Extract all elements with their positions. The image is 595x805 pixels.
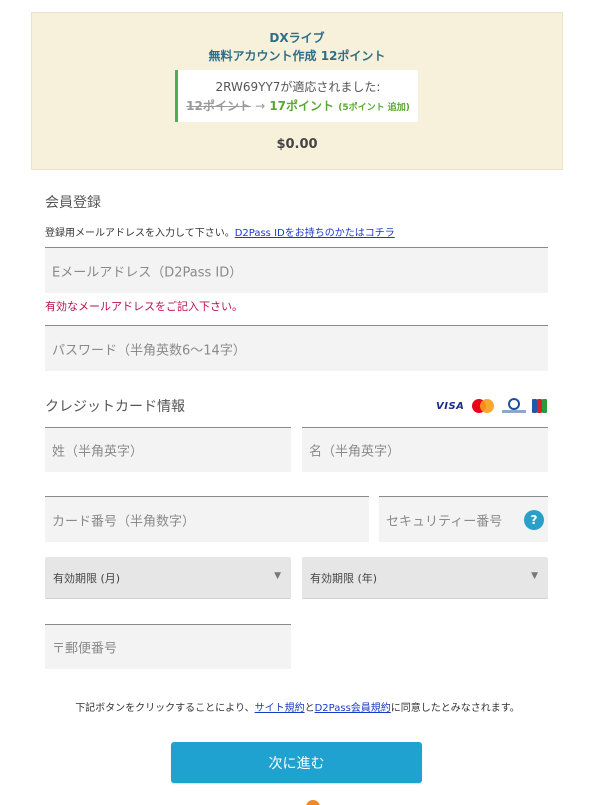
postal-code-placeholder: 〒郵便番号 (52, 641, 118, 657)
terms-notice: 下記ボタンをクリックすることにより、サイト規約とD2Pass会員規約に同意したと… (0, 699, 595, 714)
terms-prefix: 下記ボタンをクリックすることにより、 (75, 703, 255, 714)
jcb-icon (532, 399, 548, 413)
email-placeholder: Eメールアドレス（D2Pass ID） (52, 265, 243, 280)
terms-middle: と (304, 703, 315, 714)
email-helper-text: 登録用メールアドレスを入力して下さい。 (45, 228, 235, 239)
right-arrow-icon: → (255, 99, 266, 113)
product-title: DXライブ (269, 31, 325, 45)
d2pass-terms-link[interactable]: D2Pass会員規約 (315, 703, 391, 714)
expiry-year-label: 有効期限 (年) (310, 572, 378, 585)
expiry-year-select[interactable]: 有効期限 (年) ▼ (302, 557, 548, 599)
password-field[interactable]: パスワード（半角英数6～14字） (45, 325, 548, 371)
promo-points-line: 12ポイント → 17ポイント (5ポイント 追加) (178, 97, 418, 114)
security-code-field[interactable]: セキュリティー番号 (379, 496, 548, 542)
order-summary: DXライブ 無料アカウント作成 12ポイント 2RW69YY7が適応されました:… (31, 12, 563, 170)
email-error-message: 有効なメールアドレスをご記入下さい。 (45, 300, 243, 313)
chat-icon[interactable] (306, 800, 320, 805)
bonus-points: (5ポイント 追加) (338, 103, 410, 113)
visa-icon: VISA (436, 401, 465, 412)
site-terms-link[interactable]: サイト規約 (255, 703, 305, 714)
password-placeholder: パスワード（半角英数6～14字） (52, 343, 246, 358)
new-points: 17ポイント (269, 99, 335, 113)
expiry-month-select[interactable]: 有効期限 (月) ▼ (45, 557, 291, 599)
registration-heading: 会員登録 (45, 195, 101, 211)
help-icon[interactable]: ? (524, 510, 544, 530)
card-number-field[interactable]: カード番号（半角数字） (45, 496, 369, 542)
old-points: 12ポイント (186, 99, 251, 113)
next-button[interactable]: 次に進む (171, 742, 422, 783)
last-name-placeholder: 姓（半角英字） (52, 444, 144, 460)
email-field[interactable]: Eメールアドレス（D2Pass ID） (45, 247, 548, 293)
d2pass-login-link[interactable]: D2Pass IDをお持ちのかたはコチラ (235, 228, 395, 239)
card-brands: VISA (436, 398, 548, 416)
mastercard-icon (470, 398, 496, 414)
first-name-placeholder: 名（半角英字） (309, 444, 401, 460)
postal-code-field[interactable]: 〒郵便番号 (45, 624, 291, 669)
chevron-down-icon: ▼ (274, 571, 281, 581)
expiry-month-label: 有効期限 (月) (53, 572, 121, 585)
diners-club-icon (502, 398, 526, 414)
card-number-placeholder: カード番号（半角数字） (52, 514, 196, 529)
credit-card-heading: クレジットカード情報 (45, 399, 185, 415)
last-name-field[interactable]: 姓（半角英字） (45, 427, 291, 472)
promo-applied-message: 2RW69YY7が適応されました: (215, 80, 381, 94)
first-name-field[interactable]: 名（半角英字） (302, 427, 548, 472)
security-code-placeholder: セキュリティー番号 (386, 514, 503, 529)
email-helper: 登録用メールアドレスを入力して下さい。D2Pass IDをお持ちのかたはコチラ (45, 224, 395, 239)
chevron-down-icon: ▼ (531, 571, 538, 581)
total-price: $0.00 (276, 137, 318, 152)
terms-suffix: に同意したとみなされます。 (390, 703, 520, 714)
product-subtitle: 無料アカウント作成 12ポイント (208, 49, 386, 63)
promo-code-box: 2RW69YY7が適応されました: 12ポイント → 17ポイント (5ポイント… (175, 70, 418, 122)
